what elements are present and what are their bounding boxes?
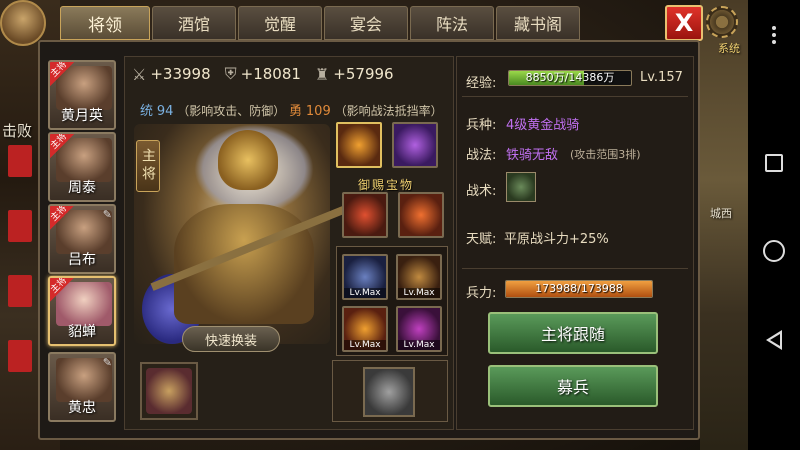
- roster-item-name: 貂蝉: [68, 324, 96, 340]
- roster-item-name: 吕布: [68, 252, 96, 268]
- attribute-description: 统 94 （影响攻击、防御） 勇 109 （影响战法抵挡率）: [140, 100, 443, 119]
- troop-label: 兵力:: [466, 286, 497, 301]
- player-avatar[interactable]: [0, 0, 46, 46]
- roster-item-name: 黄月英: [61, 108, 103, 124]
- main-general-ribbon: 主将: [50, 134, 76, 160]
- tong-value: 94: [156, 104, 174, 119]
- link-icon: ✎: [102, 208, 112, 221]
- yong-desc: （影响战法抵挡率）: [334, 104, 443, 118]
- follow-general-button[interactable]: 主将跟随: [488, 312, 658, 354]
- general-artwork: [134, 124, 358, 344]
- roster-item-name: 黄忠: [68, 400, 96, 416]
- talent-value: 平原战斗力+25%: [504, 232, 609, 247]
- attack-stat: ⚔ +33998: [132, 64, 211, 84]
- general-roster: 主将 黄月英 主将 周泰 主将 ✎ 吕布 主将 貂蝉 ✎ 黄忠: [44, 56, 124, 426]
- stats-row: ⚔ +33998 ⛨ +18081 ♜ +57996: [132, 64, 394, 84]
- close-button[interactable]: X: [665, 5, 703, 41]
- roster-item-selected[interactable]: 主将 貂蝉: [48, 276, 116, 346]
- helmet-icon: ♜: [314, 64, 330, 84]
- tab-awaken[interactable]: 觉醒: [238, 6, 322, 40]
- equipment-slot[interactable]: Lv.Max: [342, 254, 388, 300]
- exp-bar: 8850万/14386万: [508, 70, 632, 86]
- troop-bar-text: 173988/173988: [535, 282, 623, 295]
- shield-icon: ⛨: [224, 64, 237, 83]
- tactic-value: 铁骑无敌: [506, 148, 559, 163]
- yong-value: 109: [305, 104, 331, 119]
- bg-red-marker: [8, 340, 32, 372]
- bg-red-marker: [8, 275, 32, 307]
- tactic-skill-icon[interactable]: [506, 172, 536, 202]
- equipment-slot[interactable]: Lv.Max: [342, 306, 388, 352]
- tong-label: 统: [140, 104, 154, 119]
- tiger-treasure-slot[interactable]: [336, 122, 382, 168]
- weapon-treasure-slot[interactable]: [398, 192, 444, 238]
- link-icon: ✎: [102, 356, 112, 369]
- yong-label: 勇: [289, 104, 303, 119]
- scene-right-strip: [700, 0, 748, 450]
- defense-stat: ⛨ +18081: [224, 64, 301, 83]
- recruit-button[interactable]: 募兵: [488, 365, 658, 407]
- talent-label: 天赋:: [466, 232, 497, 247]
- main-general-ribbon: 主将: [50, 278, 76, 304]
- exp-bar-text: 8850万/14386万: [525, 71, 615, 84]
- divider: [462, 268, 688, 269]
- tab-banquet[interactable]: 宴会: [324, 6, 408, 40]
- tong-desc: （影响攻击、防御）: [177, 104, 286, 118]
- troop-type-label: 兵种:: [466, 118, 497, 133]
- main-general-ribbon: 主将: [50, 62, 76, 88]
- troop-type-value: 4级黄金战骑: [506, 118, 580, 133]
- hero-token-icon: [146, 368, 192, 414]
- tab-tavern[interactable]: 酒馆: [152, 6, 236, 40]
- main-general-ribbon: 主将: [50, 206, 76, 232]
- roster-item-name: 周泰: [68, 180, 96, 196]
- quick-swap-button[interactable]: 快速换装: [182, 326, 280, 352]
- armor-treasure-slot[interactable]: [342, 192, 388, 238]
- troop-bar: 173988/173988: [505, 280, 653, 298]
- level-label: Lv.157: [640, 70, 683, 85]
- android-nav-bar: [748, 0, 800, 450]
- recent-apps-icon[interactable]: [765, 154, 783, 172]
- skill-label: 战术:: [466, 184, 497, 199]
- sword-icon: ⚔: [132, 64, 147, 84]
- roster-item[interactable]: ✎ 黄忠: [48, 352, 116, 422]
- bg-red-marker: [8, 210, 32, 242]
- tab-generals[interactable]: 将领: [60, 6, 150, 40]
- hero-helmet: [218, 130, 278, 190]
- purple-treasure-slot[interactable]: [392, 122, 438, 168]
- tab-library[interactable]: 藏书阁: [496, 6, 580, 40]
- roster-item[interactable]: 主将 黄月英: [48, 60, 116, 130]
- roster-item[interactable]: 主将 周泰: [48, 132, 116, 202]
- bg-city-west-text: 城西: [710, 207, 732, 220]
- mount-icon: [363, 367, 415, 417]
- back-icon[interactable]: [766, 330, 782, 350]
- home-icon[interactable]: [763, 240, 785, 262]
- bg-corner-text: 系统: [718, 42, 740, 55]
- tactic-label: 战法:: [466, 148, 497, 163]
- equipment-slot[interactable]: Lv.Max: [396, 254, 442, 300]
- bg-red-marker: [8, 145, 32, 177]
- tab-bar: 将领 酒馆 觉醒 宴会 阵法 藏书阁: [60, 6, 580, 42]
- exp-label: 经验:: [466, 76, 497, 91]
- hero-token-slot[interactable]: [140, 362, 198, 420]
- imperial-treasure-label: 御赐宝物: [358, 178, 415, 192]
- bg-defeat-text: 击败: [2, 122, 33, 140]
- roster-item[interactable]: 主将 ✎ 吕布: [48, 204, 116, 274]
- troops-stat: ♜ +57996: [314, 64, 394, 84]
- equipment-slot[interactable]: Lv.Max: [396, 306, 442, 352]
- main-general-button[interactable]: 主将: [136, 140, 160, 192]
- more-icon[interactable]: [772, 26, 776, 44]
- hero-armor: [174, 204, 314, 324]
- tactic-range: (攻击范围3排): [570, 148, 641, 161]
- gear-icon[interactable]: [706, 6, 738, 38]
- divider: [462, 96, 688, 97]
- tab-formation[interactable]: 阵法: [410, 6, 494, 40]
- mount-slot[interactable]: [332, 360, 448, 422]
